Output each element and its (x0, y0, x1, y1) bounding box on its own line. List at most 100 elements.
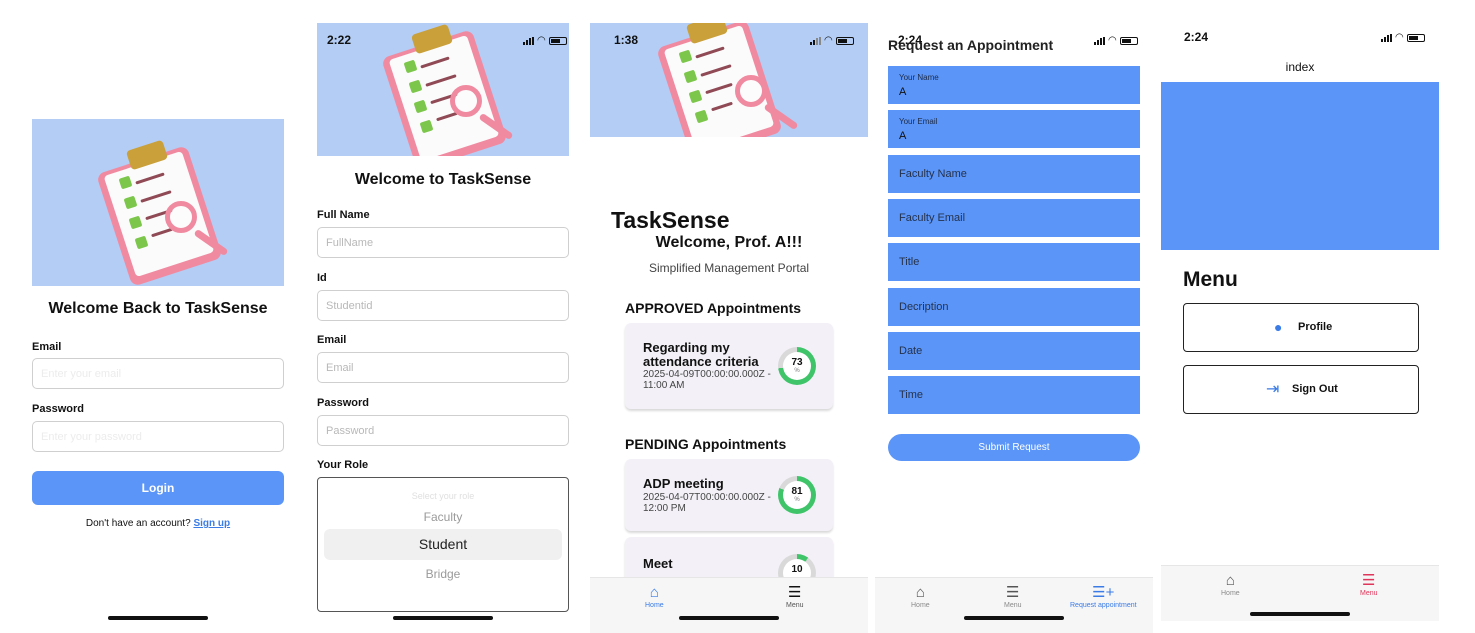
menu-title: Menu (1183, 268, 1238, 291)
faculty-email-field[interactable]: Faculty Email (888, 199, 1140, 237)
submit-request-button[interactable]: Submit Request (888, 434, 1140, 461)
signup-prompt: Don't have an account? Sign up (32, 518, 284, 529)
battery-icon (1119, 36, 1138, 45)
password-label: Password (32, 403, 84, 415)
role-option-bridge[interactable]: Bridge (318, 567, 568, 581)
home-icon: ⌂ (1225, 572, 1235, 589)
battery-icon (835, 36, 854, 45)
tab-menu[interactable]: ☰ Menu (1360, 572, 1378, 597)
tab-bar: ⌂ Home ☰ Menu ☰+ Request appointment (875, 577, 1153, 633)
header-title: index (1285, 60, 1315, 74)
password-field[interactable]: Password (317, 415, 569, 446)
tab-request-appointment[interactable]: ☰+ Request appointment (1070, 584, 1137, 609)
progress-ring: 81% (778, 476, 816, 514)
name-field[interactable]: Your Name A (888, 66, 1140, 104)
home-indicator (964, 616, 1064, 620)
wifi-icon: ◠ (824, 35, 833, 46)
wifi-icon: ◠ (1108, 35, 1117, 46)
tab-home[interactable]: ⌂ Home (1221, 572, 1240, 597)
email-label: Email (317, 334, 347, 346)
role-option-label: Student (418, 536, 468, 552)
signal-icon (523, 36, 534, 45)
wifi-icon: ◠ (1395, 32, 1404, 43)
email-field[interactable]: Your Email A (888, 110, 1140, 148)
approved-heading: APPROVED Appointments (625, 300, 802, 316)
app-name: TaskSense (611, 207, 730, 233)
email-field[interactable]: Enter your email (32, 358, 284, 389)
battery-icon (548, 36, 567, 45)
dashboard-screen: 1:38 ◠ TaskSense Welcome, Prof. A!!! Sim… (590, 0, 868, 633)
card-date: 2025-04-07T00:00:00.000Z -12:00 PM (643, 492, 771, 514)
no-account-text: Don't have an account? (85, 518, 191, 529)
signup-screen: 2:22 ◠ Welcome to TaskSense Full Name Fu… (305, 0, 581, 633)
tab-label: Menu (1004, 602, 1022, 609)
profile-button[interactable]: ● Profile (1183, 303, 1419, 352)
home-icon: ⌂ (649, 584, 659, 601)
role-picker-header: Select your role (411, 491, 475, 501)
role-picker[interactable]: Select your role Faculty Student Bridge (317, 477, 569, 612)
status-icons: ◠ (1094, 35, 1138, 46)
password-field[interactable]: Enter your password (32, 421, 284, 452)
status-time: 2:22 (327, 33, 352, 47)
tab-home[interactable]: ⌂ Home (645, 584, 664, 609)
signal-icon (1094, 36, 1105, 45)
id-field[interactable]: Studentid (317, 290, 569, 321)
welcome-text: Welcome, Prof. A!!! (655, 234, 803, 251)
page-title: Welcome Back to TaskSense (48, 300, 268, 317)
role-label: Your Role (317, 459, 369, 471)
email-label: Email (32, 341, 62, 353)
menu-icon: ☰ (1362, 572, 1376, 589)
appointment-card[interactable]: ADP meeting 2025-04-07T00:00:00.000Z -12… (625, 459, 833, 531)
wifi-icon: ◠ (537, 35, 546, 46)
pending-heading: PENDING Appointments (625, 436, 787, 452)
signal-icon (810, 36, 821, 45)
logout-icon: ⇥ (1266, 381, 1280, 398)
tab-label: Menu (786, 602, 804, 609)
home-indicator (679, 616, 779, 620)
header-banner (1161, 82, 1439, 250)
fullname-field[interactable]: FullName (317, 227, 569, 258)
request-screen: 2:24 ◠ Request an Appointment Your Name … (875, 0, 1153, 633)
status-icons: ◠ (1381, 32, 1425, 43)
sign-out-button[interactable]: ⇥ Sign Out (1183, 365, 1419, 414)
signup-link[interactable]: Sign up (193, 518, 230, 529)
date-field[interactable]: Date (888, 332, 1140, 370)
tab-menu[interactable]: ☰ Menu (786, 584, 804, 609)
progress-ring: 73% (778, 347, 816, 385)
tab-bar: ⌂ Home ☰ Menu (590, 577, 868, 633)
login-button[interactable]: Login (32, 471, 284, 505)
subtitle: Simplified Management Portal (648, 261, 810, 275)
fullname-label: Full Name (317, 209, 370, 221)
menu-icon: ☰ (1006, 584, 1020, 601)
card-title: Regarding my attendance criteria (643, 340, 759, 369)
home-indicator (393, 616, 493, 620)
home-icon: ⌂ (915, 584, 925, 601)
description-field[interactable]: Decription (888, 288, 1140, 326)
id-label: Id (317, 272, 327, 284)
tab-home[interactable]: ⌂ Home (911, 584, 930, 609)
menu-icon: ☰ (788, 584, 802, 601)
tab-menu[interactable]: ☰ Menu (1004, 584, 1022, 609)
hero-image (32, 119, 284, 286)
tab-label: Menu (1360, 590, 1378, 597)
card-title: ADP meeting (643, 476, 724, 491)
role-option-faculty[interactable]: Faculty (318, 510, 568, 524)
person-icon: ● (1274, 319, 1283, 335)
battery-icon (1406, 33, 1425, 42)
tab-label: Home (911, 602, 930, 609)
home-indicator (1250, 612, 1350, 616)
home-indicator (108, 616, 208, 620)
tab-label: Home (1221, 590, 1240, 597)
role-option-student[interactable]: Student (324, 529, 562, 560)
tab-label: Home (645, 602, 664, 609)
faculty-name-field[interactable]: Faculty Name (888, 155, 1140, 193)
page-title: Request an Appointment (888, 37, 1054, 53)
add-list-icon: ☰+ (1092, 584, 1115, 601)
appointment-card[interactable]: Regarding my attendance criteria 2025-04-… (625, 323, 833, 409)
status-icons: ◠ (810, 35, 854, 46)
time-field[interactable]: Time (888, 376, 1140, 414)
email-field[interactable]: Email (317, 352, 569, 383)
password-label: Password (317, 397, 369, 409)
status-icons: ◠ (523, 35, 567, 46)
title-field[interactable]: Title (888, 243, 1140, 281)
